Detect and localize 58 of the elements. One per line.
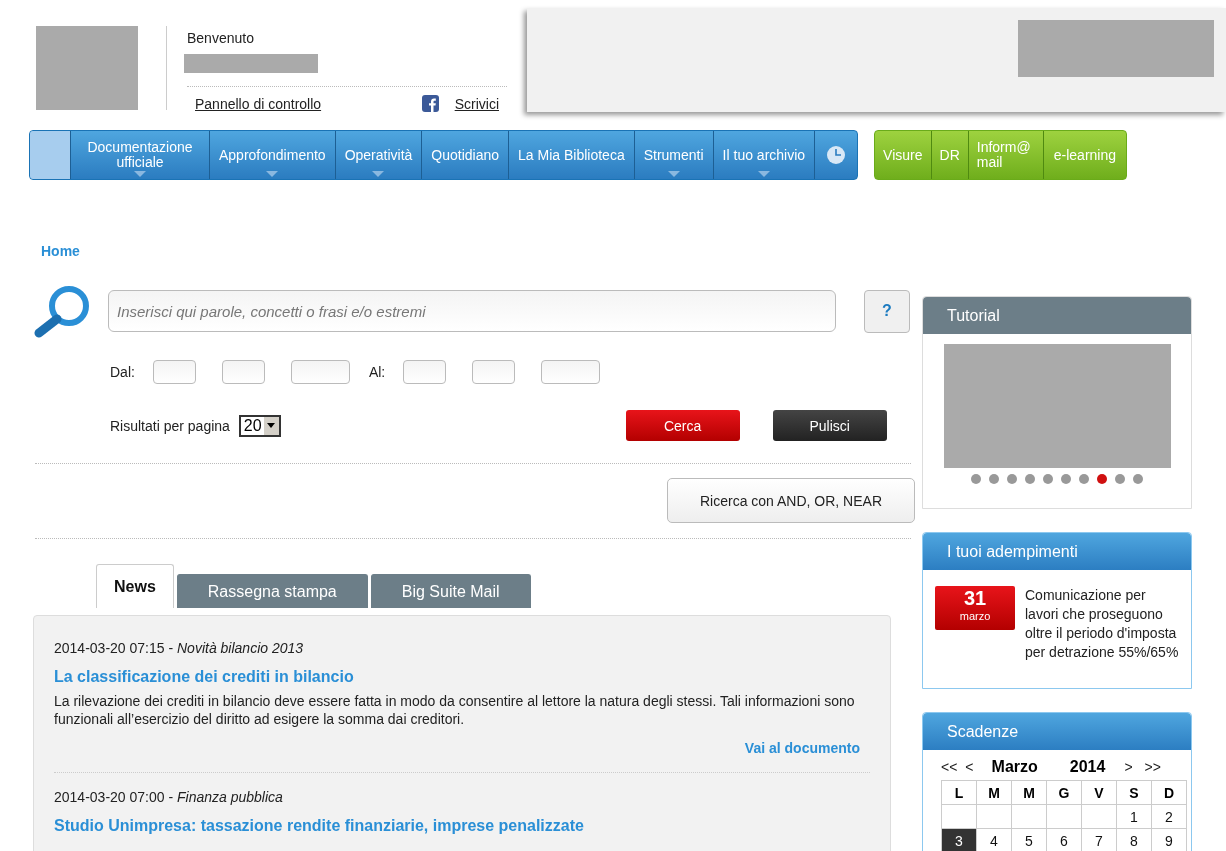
results-per-page-label: Risultati per pagina [110,417,230,434]
slide-dot[interactable] [1097,474,1107,484]
to-label: Al: [368,364,386,380]
panel-title: I tuoi adempimenti [923,533,1191,570]
slide-dot[interactable] [1025,474,1035,484]
day-field[interactable] [152,360,196,384]
weekday-header: L [941,780,977,805]
month-field[interactable] [472,360,516,384]
panel-title: Tutorial [923,297,1191,334]
help-button[interactable]: ? [864,289,910,333]
news-meta: 2014-03-20 07:00 - Finanza pubblica [54,789,284,805]
write-us-link[interactable]: Scrivici [454,95,499,112]
slide-dot[interactable] [971,474,981,484]
slide-dot[interactable] [1061,474,1071,484]
tab[interactable]: Big Suite Mail [370,574,531,608]
first-link[interactable]: << [941,759,958,775]
results-per-page-select[interactable]: 20 [238,414,281,437]
weekday-header: M [976,780,1012,805]
slide-dot[interactable] [1079,474,1089,484]
slide-dot[interactable] [1115,474,1125,484]
date-badge: 31 marzo [935,586,1015,630]
weekday-header: G [1046,780,1082,805]
tab[interactable]: Rassegna stampa [176,574,368,608]
weekday-header: S [1116,780,1152,805]
advanced-search-button[interactable]: Ricerca con AND, OR, NEAR [667,478,915,523]
control-panel-link[interactable]: Pannello di controllo [195,95,322,112]
search-button[interactable]: Cerca [625,410,740,441]
year-field[interactable] [541,360,601,384]
nav-item[interactable]: Documentazione ufficiale [70,131,209,179]
deadline-text: Comunicazione per lavori che proseguono oltre il periodo d'imposta per detrazione 55%/65% [1025,586,1180,662]
weekday-header: V [1081,780,1117,805]
year-label: 2014 [1069,758,1106,776]
welcome-text: Benvenuto [187,30,255,46]
calendar-day[interactable]: 3 [941,828,977,851]
slide-dot[interactable] [989,474,999,484]
caret-icon [267,423,276,428]
facebook-icon[interactable] [421,95,439,112]
weekday-header: M [1011,780,1047,805]
previous-link[interactable]: < [965,759,974,775]
clear-button[interactable]: Pulisci [772,410,887,441]
panel-title: Scadenze [923,713,1191,750]
last-link[interactable]: >> [1144,759,1161,775]
next-link[interactable]: > [1124,759,1133,775]
news-summary: La rilevazione dei crediti in bilancio deve essere fatta in modo da consentire al lettore la natura degli stessi. Tali informazioni sono funzionali all’esercizio del diritto ad esigere la somma dai creditori. [54,692,856,728]
slide-dot[interactable] [1133,474,1143,484]
news-meta: 2014-03-20 07:15 - Novità bilancio 2013 [54,640,305,656]
month-label: Marzo [991,758,1038,776]
search-field[interactable]: Inserisci qui parole, concetti o frasi e/o estremi [108,290,836,332]
month-field[interactable] [221,360,265,384]
day-field[interactable] [403,360,447,384]
weekday-header: D [1151,780,1187,805]
breadcrumb-link[interactable]: Home [41,243,80,259]
tab[interactable]: News [96,564,174,608]
slide-dot[interactable] [1007,474,1017,484]
year-field[interactable] [290,360,350,384]
from-label: Dal: [110,364,135,380]
slide-dot[interactable] [1043,474,1053,484]
clock-icon[interactable] [826,145,847,165]
